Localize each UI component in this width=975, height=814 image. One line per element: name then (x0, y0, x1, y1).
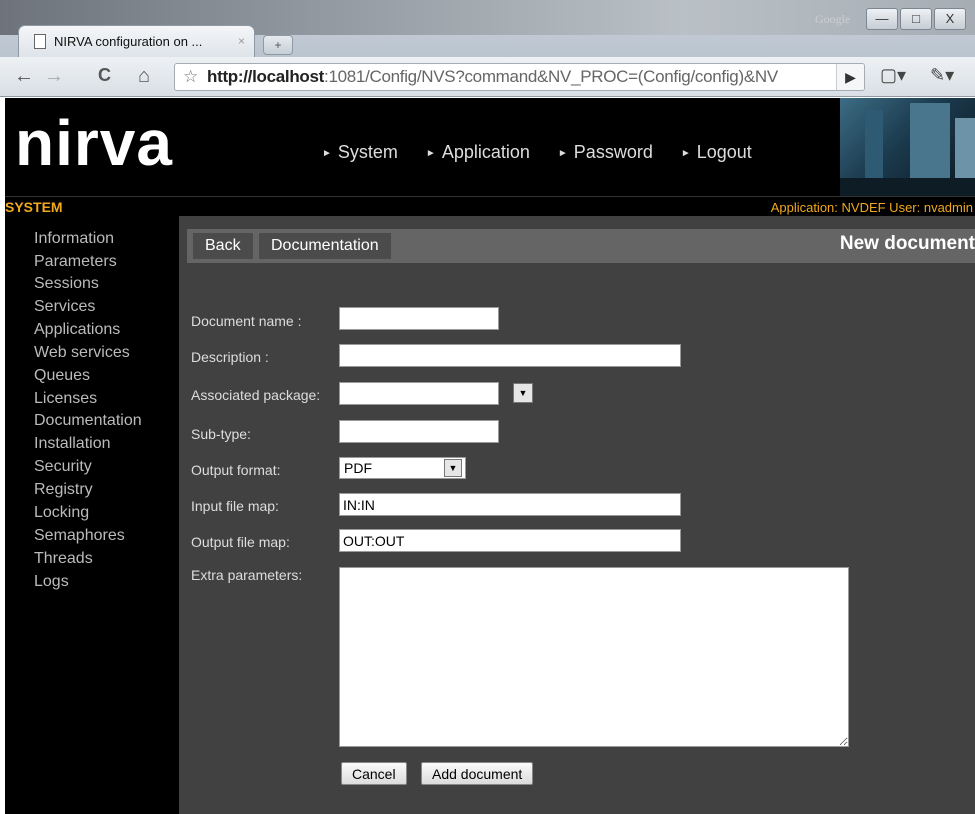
input-file-map-label: Input file map: (191, 498, 279, 514)
sidebar-item-semaphores[interactable]: Semaphores (34, 527, 125, 545)
action-bar: Back Documentation New document (187, 229, 975, 263)
sidebar-item-information[interactable]: Information (34, 230, 114, 248)
sidebar-item-security[interactable]: Security (34, 458, 92, 476)
sidebar-item-services[interactable]: Services (34, 298, 95, 316)
header-photo (840, 98, 975, 196)
forward-icon[interactable]: → (44, 65, 64, 88)
photo-building (955, 118, 975, 178)
sidebar-item-logs[interactable]: Logs (34, 573, 69, 591)
sidebar-item-queues[interactable]: Queues (34, 367, 90, 385)
top-nav: ► System ► Application ► Password ► Logout (322, 142, 780, 163)
page-icon (34, 34, 46, 49)
wrench-icon[interactable]: ✎▾ (930, 65, 954, 86)
url-path: :1081/Config/NVS?command&NV_PROC=(Config… (324, 67, 778, 86)
sidebar-item-installation[interactable]: Installation (34, 435, 111, 453)
page: nirva ► System ► Application ► Password ► Lo… (5, 98, 975, 814)
window-controls: — □ X (866, 8, 968, 32)
page-title: New document (839, 233, 975, 254)
output-format-label: Output format: (191, 462, 281, 478)
section-bar: SYSTEM Application: NVDEF User: nvadmin (5, 196, 975, 216)
section-title: SYSTEM (5, 199, 63, 215)
home-icon[interactable]: ⌂ (138, 65, 150, 88)
close-window-button[interactable]: X (934, 8, 966, 30)
main-content: Back Documentation New document Document… (179, 216, 975, 814)
sidebar-item-applications[interactable]: Applications (34, 321, 120, 339)
document-name-field[interactable] (339, 307, 499, 330)
nav-label: System (337, 142, 398, 162)
sidebar-item-registry[interactable]: Registry (34, 481, 93, 499)
sidebar-item-web-services[interactable]: Web services (34, 344, 130, 362)
back-icon[interactable]: ← (14, 65, 34, 88)
arrow-icon: ► (680, 147, 691, 159)
output-format-select[interactable]: PDF ▼ (339, 457, 466, 479)
sidebar-item-parameters[interactable]: Parameters (34, 253, 117, 271)
sidebar-item-locking[interactable]: Locking (34, 504, 89, 522)
sidebar-item-sessions[interactable]: Sessions (34, 275, 99, 293)
arrow-icon: ► (557, 147, 568, 159)
tab-close-icon[interactable]: × (238, 34, 245, 48)
address-bar[interactable]: ☆ http://localhost:1081/Config/NVS?comma… (174, 63, 865, 91)
photo-ground (840, 178, 975, 196)
description-field[interactable] (339, 344, 681, 367)
browser-toolbar: ← → C ⌂ ☆ http://localhost:1081/Config/N… (0, 57, 975, 97)
browser-chrome: Google — □ X NIRVA configuration on ... … (0, 0, 975, 97)
new-tab-button[interactable]: + (263, 35, 293, 55)
application-info: Application: NVDEF User: nvadmin (770, 200, 973, 215)
associated-package-label: Associated package: (191, 387, 321, 403)
chevron-down-icon[interactable]: ▼ (513, 383, 533, 403)
google-text: Google (815, 12, 851, 26)
extra-parameters-field[interactable] (339, 567, 849, 747)
bookmark-star-icon[interactable]: ☆ (183, 64, 198, 90)
maximize-button[interactable]: □ (900, 8, 932, 30)
description-label: Description : (191, 349, 269, 365)
subtype-field[interactable] (339, 420, 499, 443)
browser-tab[interactable]: NIRVA configuration on ... × (18, 25, 255, 57)
cancel-button[interactable]: Cancel (341, 762, 407, 785)
nav-application[interactable]: ► Application (426, 142, 530, 163)
nav-password[interactable]: ► Password (558, 142, 653, 163)
sidebar-item-documentation[interactable]: Documentation (34, 412, 142, 430)
sidebar: Information Parameters Sessions Services… (5, 216, 179, 814)
subtype-label: Sub-type: (191, 426, 251, 442)
arrow-icon: ► (322, 147, 332, 159)
photo-building (865, 110, 883, 180)
output-format-value: PDF (344, 460, 372, 476)
associated-package-field[interactable] (339, 382, 499, 405)
nav-label: Password (573, 142, 653, 162)
documentation-button[interactable]: Documentation (259, 233, 391, 259)
go-icon[interactable]: ▶ (836, 64, 864, 90)
url-text: http://localhost:1081/Config/NVS?command… (207, 64, 778, 90)
extra-parameters-label: Extra parameters: (191, 567, 303, 583)
tab-title: NIRVA configuration on ... (54, 34, 203, 49)
input-file-map-field[interactable] (339, 493, 681, 516)
reload-icon[interactable]: C (98, 65, 111, 86)
page-menu-icon[interactable]: ▢▾ (880, 65, 906, 86)
sidebar-item-threads[interactable]: Threads (34, 550, 93, 568)
chevron-down-icon[interactable]: ▼ (444, 459, 462, 477)
output-file-map-field[interactable] (339, 529, 681, 552)
back-button[interactable]: Back (193, 233, 253, 259)
nav-logout[interactable]: ► Logout (681, 142, 752, 163)
nav-label: Logout (696, 142, 752, 162)
document-name-label: Document name : (191, 313, 302, 329)
photo-building (910, 103, 950, 183)
nav-label: Application (441, 142, 530, 162)
minimize-button[interactable]: — (866, 8, 898, 30)
output-file-map-label: Output file map: (191, 534, 290, 550)
nirva-logo: nirva (15, 107, 173, 179)
arrow-icon: ► (425, 147, 436, 159)
add-document-button[interactable]: Add document (421, 762, 534, 785)
nav-system[interactable]: ► System (322, 142, 398, 163)
sidebar-item-licenses[interactable]: Licenses (34, 390, 97, 408)
url-host: http://localhost (207, 67, 325, 86)
